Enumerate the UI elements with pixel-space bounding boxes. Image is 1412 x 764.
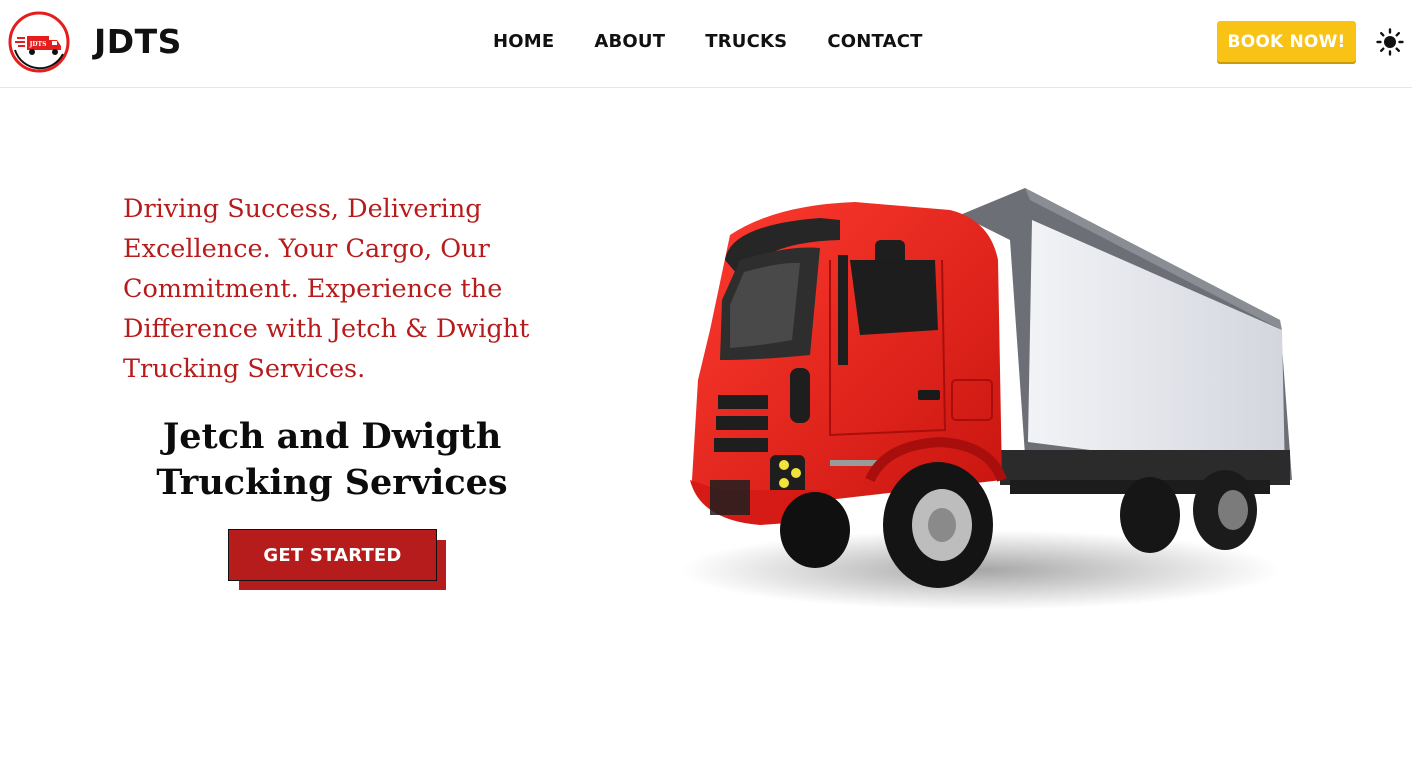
red-box-truck-illustration	[680, 188, 1292, 610]
nav-trucks[interactable]: TRUCKS	[705, 31, 787, 52]
navbar: JDTS JDTS HOME ABOUT TRUCKS CONTACT BOOK…	[0, 0, 1412, 88]
truck-logo-icon[interactable]: JDTS	[7, 10, 71, 74]
hero-tagline: Driving Success, Delivering Excellence. …	[123, 194, 530, 384]
nav-about[interactable]: ABOUT	[594, 31, 665, 52]
sun-icon[interactable]	[1376, 28, 1404, 56]
get-started-button[interactable]: GET STARTED	[228, 529, 437, 581]
get-started-wrapper: GET STARTED	[228, 529, 446, 590]
nav-contact[interactable]: CONTACT	[827, 31, 922, 52]
nav-home[interactable]: HOME	[493, 31, 554, 52]
book-now-button[interactable]: BOOK NOW!	[1217, 21, 1356, 62]
main-nav: HOME ABOUT TRUCKS CONTACT	[493, 31, 963, 52]
hero-title: Jetch and Dwigth Trucking Services	[156, 416, 508, 503]
logo-text: JDTS	[29, 41, 47, 48]
brand-name[interactable]: JDTS	[94, 22, 182, 61]
